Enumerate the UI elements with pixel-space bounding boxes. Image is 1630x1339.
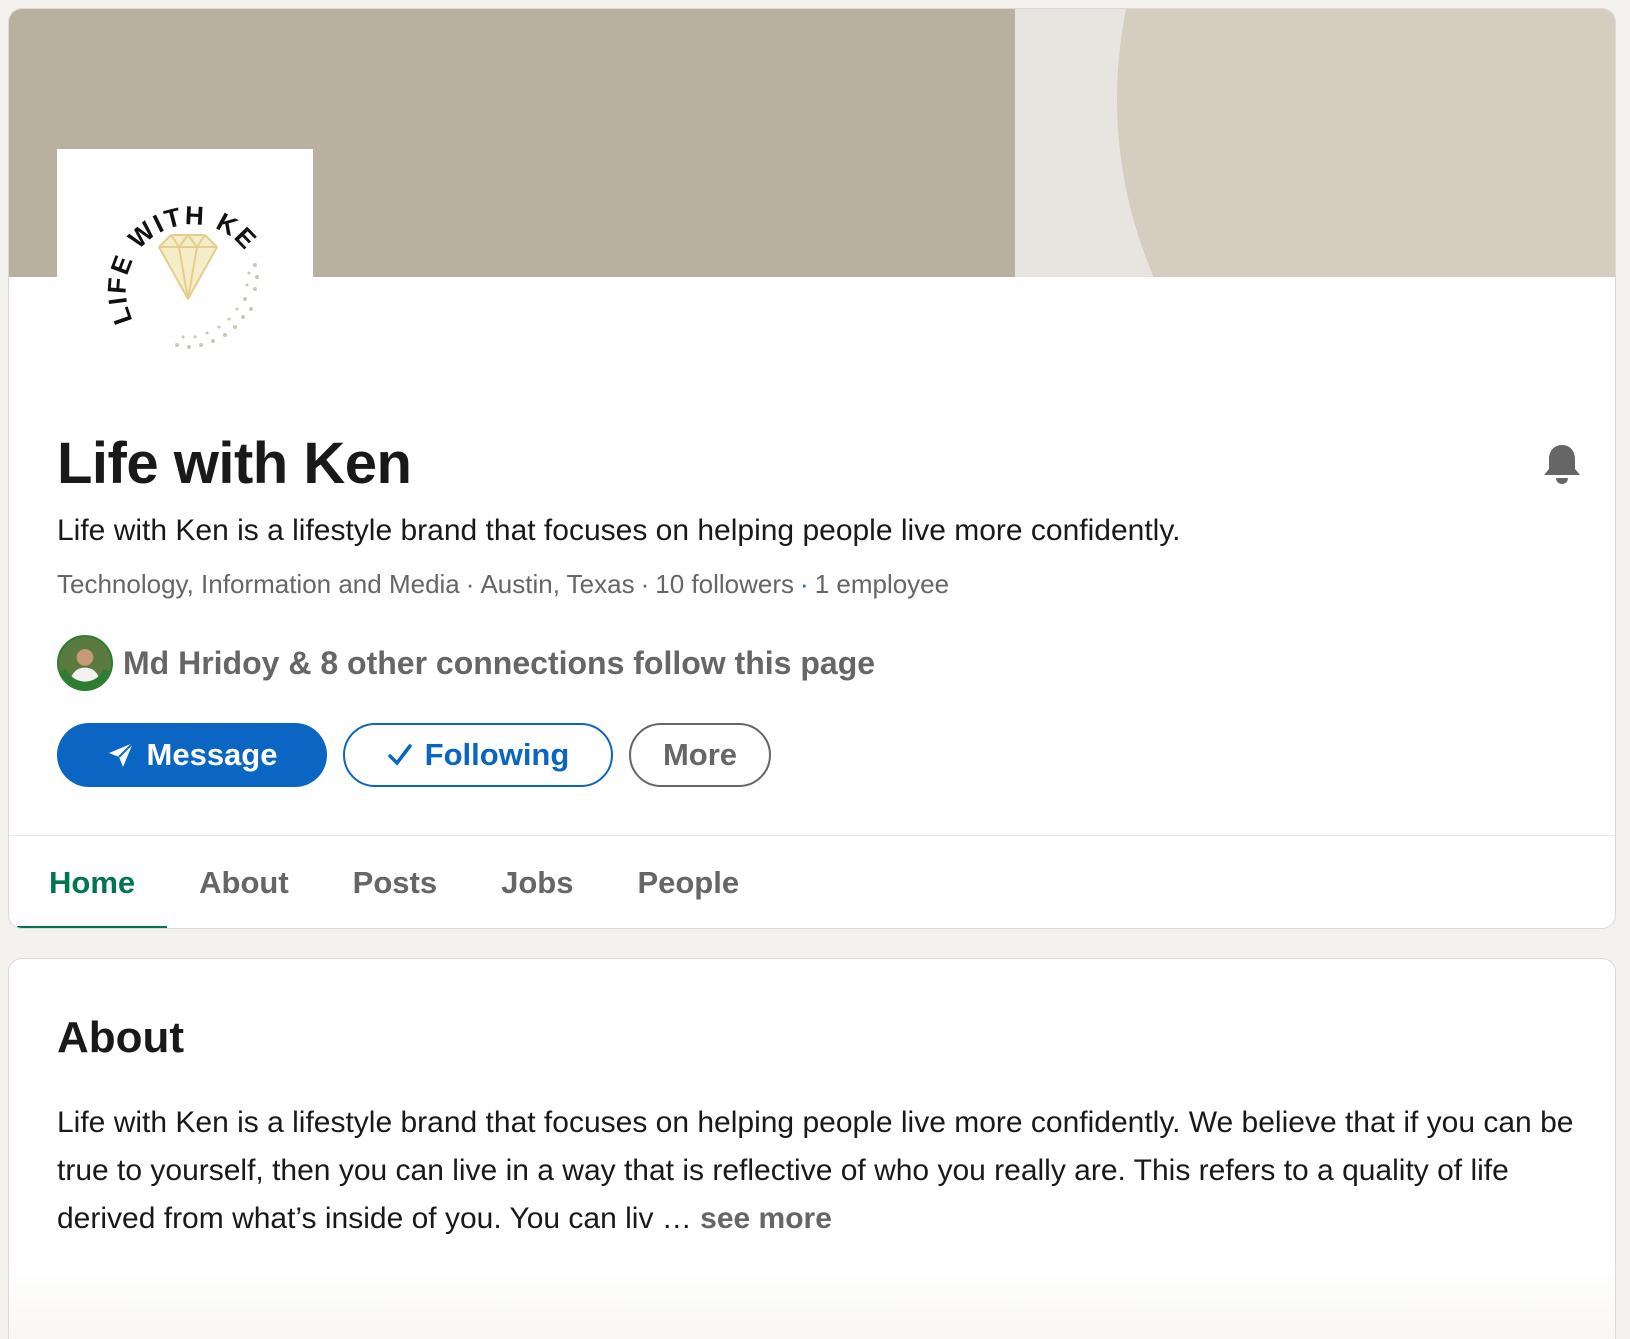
connections-text: Md Hridoy & 8 other connections follow t… [123,644,876,681]
connection-avatar[interactable] [57,635,113,691]
tab-home[interactable]: Home [9,836,168,928]
tab-posts[interactable]: Posts [321,836,469,928]
banner-arc-shape [1117,9,1615,277]
see-more-link[interactable]: see more [700,1202,832,1235]
about-heading: About [57,1013,185,1062]
connections-follow-row[interactable]: Md Hridoy & 8 other connections follow t… [57,635,875,691]
tab-people[interactable]: People [605,836,771,928]
about-description: Life with Ken is a lifestyle brand that … [57,1099,1597,1243]
tab-jobs[interactable]: Jobs [469,836,605,928]
send-icon [107,741,135,769]
location-text: Austin, Texas [480,569,635,599]
page-tabs: Home About Posts Jobs People [9,836,771,928]
action-buttons: Message Following More [57,723,771,787]
message-button[interactable]: Message [57,723,327,787]
company-logo[interactable]: LIFE WITH KEN [57,149,313,405]
company-top-card: LIFE WITH KEN Life with Ken Life with Ke… [8,8,1616,929]
more-button[interactable]: More [629,723,771,787]
message-button-label: Message [146,737,278,772]
svg-text:LIFE WITH KEN: LIFE WITH KEN [57,149,264,328]
tab-about[interactable]: About [167,836,321,928]
following-button[interactable]: Following [343,723,613,787]
following-button-label: Following [424,737,570,772]
employees-link[interactable]: 1 employee [815,569,949,599]
checkmark-icon [387,742,413,768]
page-title: Life with Ken [57,431,412,496]
more-button-label: More [662,737,738,772]
company-tagline: Life with Ken is a lifestyle brand that … [57,514,1181,547]
company-meta: Technology, Information and Media · Austin… [57,569,950,599]
life-with-ken-logo-icon: LIFE WITH KEN [57,149,264,349]
industry-text: Technology, Information and Media [57,569,460,599]
card-fade [9,1259,1615,1339]
about-card: About Life with Ken is a lifestyle brand… [8,958,1616,1339]
followers-count[interactable]: 10 followers [655,569,794,599]
notification-bell-icon[interactable] [1539,441,1585,487]
